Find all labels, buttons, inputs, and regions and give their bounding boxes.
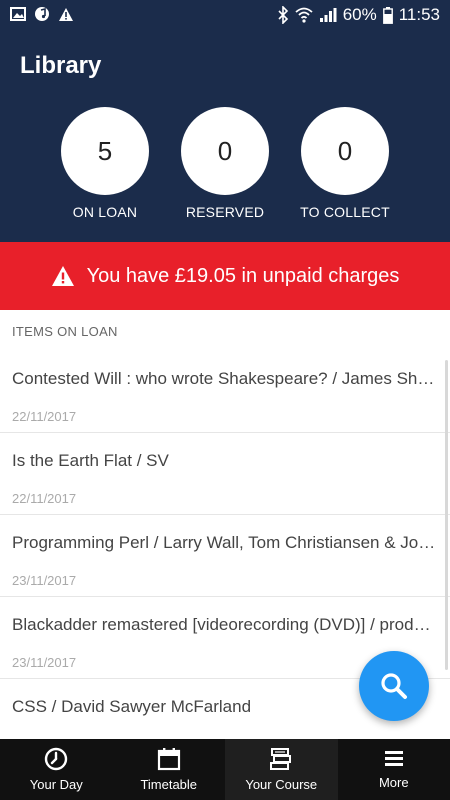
clock-icon [45, 747, 68, 771]
signal-icon [319, 8, 337, 22]
nav-your-course[interactable]: Your Course [225, 739, 338, 800]
warning-icon [59, 7, 73, 21]
warning-icon [51, 266, 74, 286]
item-title: Programming Perl / Larry Wall, Tom Chris… [12, 533, 438, 552]
nav-more[interactable]: More [338, 739, 450, 800]
scrollbar[interactable] [445, 360, 448, 670]
nav-timetable-label: Timetable [140, 777, 198, 792]
stat-on-loan-count: 5 [61, 107, 149, 195]
stat-reserved-label: RESERVED [185, 204, 265, 220]
item-title: Contested Will : who wrote Shakespeare? … [12, 369, 438, 388]
stat-reserved-count: 0 [181, 107, 269, 195]
nav-your-day-label: Your Day [29, 777, 83, 792]
stat-on-loan[interactable]: 5 ON LOAN [40, 107, 170, 220]
nav-your-day[interactable]: Your Day [0, 739, 113, 800]
calendar-icon [157, 748, 180, 771]
nav-your-course-label: Your Course [245, 777, 318, 792]
search-button[interactable] [359, 651, 429, 721]
item-date: 22/11/2017 [12, 491, 77, 506]
wifi-icon [295, 7, 313, 23]
status-bar: 60% 11:53 [0, 0, 450, 32]
nav-timetable[interactable]: Timetable [113, 739, 226, 800]
clock-time: 11:53 [398, 5, 440, 24]
list-item[interactable]: Contested Will : who wrote Shakespeare? … [0, 351, 450, 433]
battery-icon [382, 6, 393, 24]
battery-percent: 60% [342, 5, 377, 24]
item-date: 23/11/2017 [12, 573, 77, 588]
bluetooth-icon [278, 6, 288, 24]
system-status: 60% 11:53 [277, 5, 440, 25]
item-date: 23/11/2017 [12, 655, 77, 670]
music-icon [35, 7, 49, 21]
stat-to-collect-label: TO COLLECT [300, 204, 390, 220]
stat-reserved[interactable]: 0 RESERVED [160, 107, 290, 220]
page-title: Library [20, 52, 102, 79]
alert-text: You have £19.05 in unpaid charges [86, 264, 400, 287]
item-title: Blackadder remastered [videorecording (D… [12, 615, 438, 634]
list-item[interactable]: Is the Earth Flat / SV 22/11/2017 [0, 433, 450, 515]
menu-icon [384, 751, 403, 766]
list-item[interactable]: Programming Perl / Larry Wall, Tom Chris… [0, 515, 450, 597]
bottom-nav: Your Day Timetable Your Course More [0, 739, 450, 800]
nav-more-label: More [378, 775, 409, 790]
item-date: 22/11/2017 [12, 409, 77, 424]
section-header: ITEMS ON LOAN [12, 324, 118, 339]
stat-on-loan-label: ON LOAN [72, 204, 138, 220]
image-icon [10, 7, 26, 21]
notification-icons [10, 6, 74, 22]
unpaid-charges-alert[interactable]: You have £19.05 in unpaid charges [0, 242, 450, 310]
library-header: Library 5 ON LOAN 0 RESERVED 0 TO COLLEC… [0, 32, 450, 242]
search-icon [381, 673, 407, 699]
stat-to-collect-count: 0 [301, 107, 389, 195]
books-icon [270, 748, 292, 770]
item-title: Is the Earth Flat / SV [12, 451, 169, 470]
stat-to-collect[interactable]: 0 TO COLLECT [280, 107, 410, 220]
